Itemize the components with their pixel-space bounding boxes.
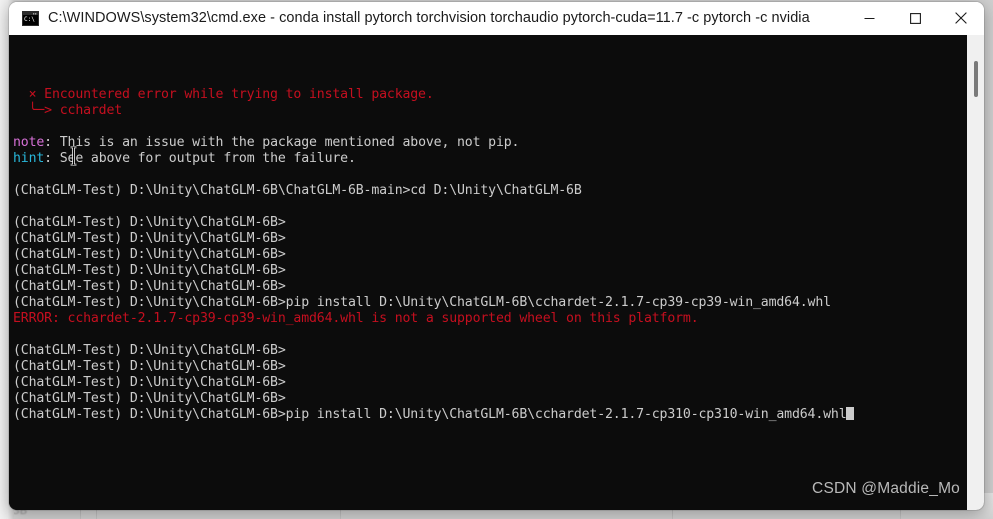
terminal-line: × Encountered error while trying to inst… [13, 87, 967, 103]
terminal-line: (ChatGLM-Test) D:\Unity\ChatGLM-6B> [13, 231, 967, 247]
terminal-line: (ChatGLM-Test) D:\Unity\ChatGLM-6B> [13, 215, 967, 231]
terminal-text: hint [13, 151, 45, 166]
console-scrollbar-thumb[interactable] [974, 61, 978, 97]
terminal-area: × Encountered error while trying to inst… [9, 35, 984, 510]
terminal-line: ERROR: cchardet-2.1.7-cp39-cp39-win_amd6… [13, 311, 967, 327]
terminal-line: (ChatGLM-Test) D:\Unity\ChatGLM-6B> [13, 359, 967, 375]
console-scrollbar[interactable] [967, 35, 984, 510]
terminal-text: (ChatGLM-Test) D:\Unity\ChatGLM-6B> [13, 343, 286, 358]
terminal-line: hint: See above for output from the fail… [13, 151, 967, 167]
minimize-button[interactable] [846, 2, 892, 34]
terminal-text: (ChatGLM-Test) D:\Unity\ChatGLM-6B> [13, 263, 286, 278]
window-title: C:\WINDOWS\system32\cmd.exe - conda inst… [48, 10, 810, 26]
terminal-text: (ChatGLM-Test) D:\Unity\ChatGLM-6B> [13, 391, 286, 406]
terminal-text: : This is an issue with the package ment… [44, 135, 520, 150]
cmd-icon-text: C:\ [23, 14, 38, 25]
terminal-text: × Encountered error while trying to inst… [13, 87, 434, 102]
terminal-line: ╰─> cchardet [13, 103, 967, 119]
terminal-text: ╰─> cchardet [13, 103, 123, 118]
terminal-line: (ChatGLM-Test) D:\Unity\ChatGLM-6B\ChatG… [13, 183, 967, 199]
terminal-text: note [13, 135, 45, 150]
title-bar[interactable]: ▪▪ C:\ C:\WINDOWS\system32\cmd.exe - con… [9, 2, 984, 35]
terminal-line: (ChatGLM-Test) D:\Unity\ChatGLM-6B> [13, 375, 967, 391]
terminal-output[interactable]: × Encountered error while trying to inst… [9, 35, 967, 510]
terminal-line: (ChatGLM-Test) D:\Unity\ChatGLM-6B>pip i… [13, 407, 967, 423]
terminal-text: (ChatGLM-Test) D:\Unity\ChatGLM-6B> [13, 359, 286, 374]
terminal-line: (ChatGLM-Test) D:\Unity\ChatGLM-6B> [13, 247, 967, 263]
terminal-line: (ChatGLM-Test) D:\Unity\ChatGLM-6B> [13, 279, 967, 295]
terminal-text: (ChatGLM-Test) D:\Unity\ChatGLM-6B> [13, 215, 286, 230]
terminal-line: (ChatGLM-Test) D:\Unity\ChatGLM-6B> [13, 343, 967, 359]
terminal-text: (ChatGLM-Test) D:\Unity\ChatGLM-6B> [13, 279, 286, 294]
terminal-text: (ChatGLM-Test) D:\Unity\ChatGLM-6B\ChatG… [13, 183, 582, 198]
window-controls [846, 2, 984, 34]
maximize-button[interactable] [892, 2, 938, 34]
cmd-console-icon: ▪▪ C:\ [22, 10, 39, 26]
terminal-text: (ChatGLM-Test) D:\Unity\ChatGLM-6B> [13, 231, 286, 246]
terminal-line: note: This is an issue with the package … [13, 135, 967, 151]
terminal-text: (ChatGLM-Test) D:\Unity\ChatGLM-6B>pip i… [13, 295, 831, 310]
terminal-cursor [846, 407, 855, 420]
terminal-text: ERROR: cchardet-2.1.7-cp39-cp39-win_amd6… [13, 311, 699, 326]
terminal-text: (ChatGLM-Test) D:\Unity\ChatGLM-6B> [13, 375, 286, 390]
terminal-line: (ChatGLM-Test) D:\Unity\ChatGLM-6B> [13, 263, 967, 279]
terminal-text: : See above for output from the failure. [44, 151, 356, 166]
terminal-text: (ChatGLM-Test) D:\Unity\ChatGLM-6B> [13, 247, 286, 262]
cmd-console-window: ▪▪ C:\ C:\WINDOWS\system32\cmd.exe - con… [9, 2, 984, 510]
terminal-line: (ChatGLM-Test) D:\Unity\ChatGLM-6B> [13, 391, 967, 407]
terminal-text: (ChatGLM-Test) D:\Unity\ChatGLM-6B>pip i… [13, 407, 847, 422]
watermark-text: CSDN @Maddie_Mo [812, 480, 960, 497]
terminal-line: (ChatGLM-Test) D:\Unity\ChatGLM-6B>pip i… [13, 295, 967, 311]
close-button[interactable] [938, 2, 984, 34]
